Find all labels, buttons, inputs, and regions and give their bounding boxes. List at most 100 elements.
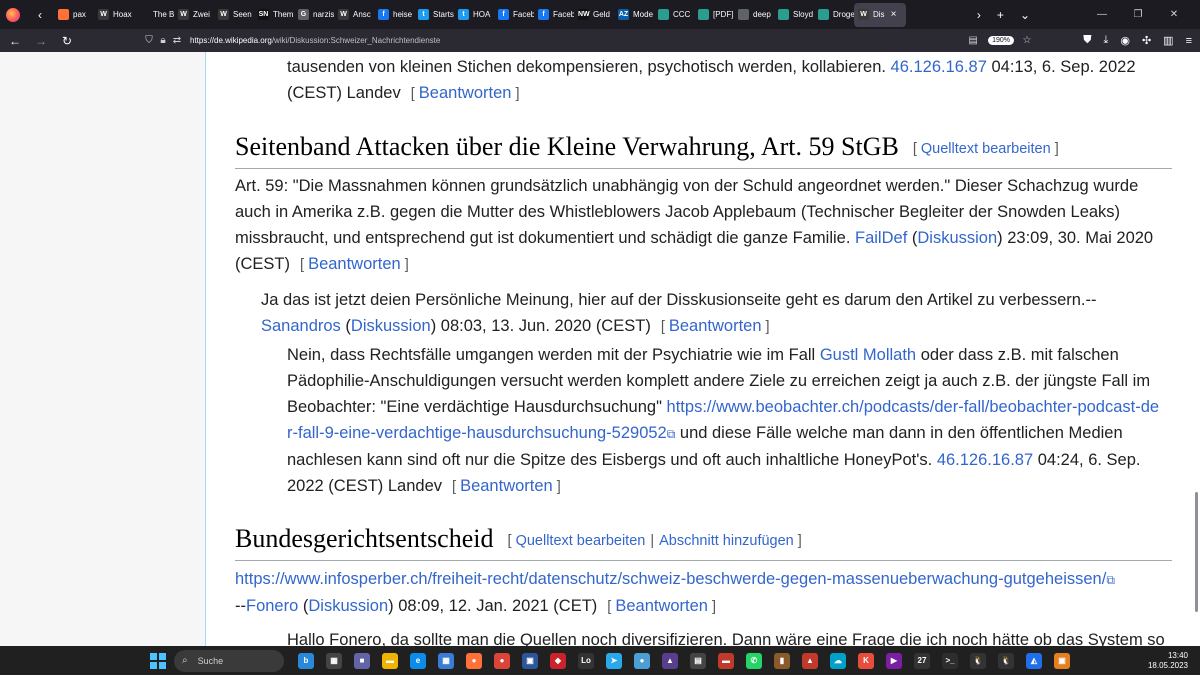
tab-list-button[interactable]: ⌄ xyxy=(1020,8,1030,22)
taskbar-app-icon[interactable]: ▮ xyxy=(774,652,790,669)
tab-scroll-left-icon[interactable]: ‹ xyxy=(32,8,48,22)
taskbar-app-icon[interactable]: e xyxy=(410,652,426,669)
downloads-icon[interactable]: ⤓ xyxy=(1103,34,1108,47)
taskbar-app-icon[interactable]: Lo xyxy=(578,652,594,669)
menu-icon[interactable]: ≡ xyxy=(1186,35,1192,47)
maximize-button[interactable]: ❐ xyxy=(1120,9,1156,20)
reply-link[interactable]: Beantworten xyxy=(460,477,553,495)
taskbar-app-icon[interactable]: >_ xyxy=(942,652,958,669)
taskbar-app-icon[interactable]: 27 xyxy=(914,652,930,669)
browser-tab[interactable]: Droge xyxy=(814,3,854,27)
taskbar-app-icon[interactable]: ▬ xyxy=(718,652,734,669)
lock-icon[interactable]: 🔒︎ xyxy=(156,35,170,46)
taskbar-app-icon[interactable]: ▬ xyxy=(382,652,398,669)
article-link[interactable]: Gustl Mollath xyxy=(820,346,916,364)
system-clock[interactable]: 13:40 18.05.2023 xyxy=(1148,651,1188,671)
url-text[interactable]: https://de.wikipedia.org/wiki/Diskussion… xyxy=(190,36,440,45)
tab-close-button[interactable]: × xyxy=(891,9,897,20)
user-link[interactable]: Sanandros xyxy=(261,317,341,335)
windows-start-icon[interactable] xyxy=(150,652,166,669)
taskbar-app-icon[interactable]: ◆ xyxy=(550,652,566,669)
user-talk-link[interactable]: Diskussion xyxy=(351,317,431,335)
taskbar-app-icon[interactable]: 🐧 xyxy=(998,652,1014,669)
taskbar-app-icon[interactable]: ▦ xyxy=(326,652,342,669)
browser-tab[interactable]: deep xyxy=(734,3,774,27)
taskbar-app-icon[interactable]: K xyxy=(858,652,874,669)
address-bar[interactable]: ⛉ 🔒︎ ⇄ https://de.wikipedia.org/wiki/Dis… xyxy=(142,31,1034,50)
external-url-link[interactable]: https://www.beobachter.ch/podcasts/der-f… xyxy=(667,398,1160,416)
reply-link[interactable]: Beantworten xyxy=(615,597,708,615)
taskbar-app-icon[interactable]: ● xyxy=(466,652,482,669)
taskbar-app-icon[interactable]: ▤ xyxy=(690,652,706,669)
bookmark-star-icon[interactable]: ☆ xyxy=(1020,35,1034,46)
zoom-level-badge[interactable]: 190% xyxy=(988,36,1014,45)
scrollbar-thumb[interactable] xyxy=(1195,492,1198,612)
edit-source-link[interactable]: Quelltext bearbeiten xyxy=(921,141,1051,157)
user-link[interactable]: FailDef xyxy=(855,229,907,247)
window-close-button[interactable]: ✕ xyxy=(1156,9,1192,20)
minimize-button[interactable]: — xyxy=(1084,9,1120,20)
taskbar-app-icon[interactable]: b xyxy=(298,652,314,669)
external-url-link[interactable]: https://www.infosperber.ch/freiheit-rech… xyxy=(235,570,1106,588)
reply-link[interactable]: Beantworten xyxy=(419,84,512,102)
edit-source-link[interactable]: Quelltext bearbeiten xyxy=(516,533,646,549)
taskbar-app-icon[interactable]: ➤ xyxy=(606,652,622,669)
browser-tab[interactable]: W Dis × xyxy=(854,2,906,27)
taskbar-app-icon[interactable]: ▣ xyxy=(1054,652,1070,669)
taskbar-app-icon[interactable]: ▶ xyxy=(886,652,902,669)
shield-icon[interactable]: ⛉ xyxy=(142,35,156,46)
tab-scroll-right-icon[interactable]: › xyxy=(977,8,981,22)
browser-tab[interactable]: The Buffal xyxy=(134,3,174,27)
reply-link[interactable]: Beantworten xyxy=(308,255,401,273)
back-button[interactable]: ← xyxy=(2,34,28,48)
browser-tab[interactable]: Sloyd xyxy=(774,3,814,27)
browser-tab[interactable]: t Startse xyxy=(414,3,454,27)
browser-tab[interactable]: t HOA xyxy=(454,3,494,27)
browser-tab[interactable]: CCC xyxy=(654,3,694,27)
extensions-icon[interactable]: ✣ xyxy=(1142,34,1151,47)
ip-user-link[interactable]: 46.126.16.87 xyxy=(937,451,1033,469)
browser-tab[interactable]: f Faceb xyxy=(494,3,534,27)
user-talk-link[interactable]: Diskussion xyxy=(308,597,388,615)
browser-tab[interactable]: W Ansc xyxy=(334,3,374,27)
taskbar-app-icon[interactable]: ▣ xyxy=(522,652,538,669)
add-section-link[interactable]: Abschnitt hinzufügen xyxy=(659,533,794,549)
browser-tab[interactable]: f Faceb xyxy=(534,3,574,27)
taskbar-app-icon[interactable]: ▦ xyxy=(438,652,454,669)
browser-tab[interactable]: f heise xyxy=(374,3,414,27)
taskbar-app-icon[interactable]: ▲ xyxy=(662,652,678,669)
reload-button[interactable]: ↻ xyxy=(54,34,80,48)
taskbar-app-icon[interactable]: ▲ xyxy=(802,652,818,669)
pocket-icon[interactable]: ⛊ xyxy=(1083,34,1091,47)
external-url-link-continued[interactable]: r-fall-9-eine-verdachtige-hausdurchsuchu… xyxy=(287,424,667,442)
permissions-icon[interactable]: ⇄ xyxy=(170,35,184,46)
reader-view-icon[interactable]: ▤ xyxy=(966,35,980,46)
browser-tab[interactable]: W Zwei xyxy=(174,3,214,27)
ip-user-link[interactable]: 46.126.16.87 xyxy=(891,58,987,76)
taskbar-app-icon[interactable]: ● xyxy=(634,652,650,669)
taskbar-app-icon[interactable]: ■ xyxy=(354,652,370,669)
browser-tab[interactable]: W Seen xyxy=(214,3,254,27)
browser-tab[interactable]: AZ Mode xyxy=(614,3,654,27)
reply-link[interactable]: Beantworten xyxy=(669,317,762,335)
account-icon[interactable]: ◉ xyxy=(1120,34,1130,47)
browser-tab[interactable]: NW Geld xyxy=(574,3,614,27)
page-scrollbar[interactable] xyxy=(1192,52,1200,646)
browser-tab[interactable]: SN Them xyxy=(254,3,294,27)
browser-tab[interactable]: [PDF] xyxy=(694,3,734,27)
taskbar-search-box[interactable]: ⌕ Suche xyxy=(174,649,284,672)
firefox-icon[interactable] xyxy=(6,7,20,22)
taskbar-app-icon[interactable]: ☁ xyxy=(830,652,846,669)
browser-tab[interactable]: Gnarzis xyxy=(294,3,334,27)
taskbar-app-icon[interactable]: 🐧 xyxy=(970,652,986,669)
browser-tab[interactable]: W Hoax xyxy=(94,3,134,27)
browser-tab[interactable]: pax xyxy=(54,3,94,27)
taskbar-app-icon[interactable]: ✆ xyxy=(746,652,762,669)
user-talk-link[interactable]: Diskussion xyxy=(917,229,997,247)
user-link[interactable]: Fonero xyxy=(246,597,298,615)
taskbar-app-icon[interactable]: ◭ xyxy=(1026,652,1042,669)
forward-button[interactable]: → xyxy=(28,34,54,48)
new-tab-button[interactable]: + xyxy=(997,8,1004,22)
taskbar-app-icon[interactable]: ● xyxy=(494,652,510,669)
sidebar-toggle-icon[interactable]: ▥ xyxy=(1163,34,1173,47)
